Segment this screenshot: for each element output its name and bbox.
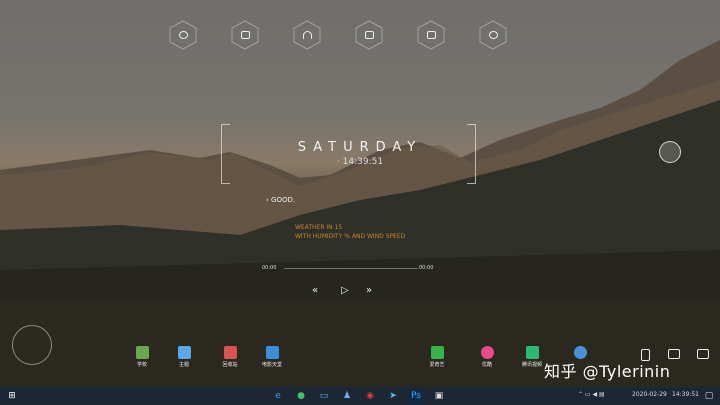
clock-bracket-left	[221, 124, 230, 184]
youku-icon	[480, 346, 494, 359]
app-label: 腾讯视频	[521, 362, 542, 368]
player-duration: 00:00	[419, 265, 434, 271]
taskbar: ⊞ e ● ▭ ♟ ◉ ➤ Ps ▣ ⌃ ▭ ◀ ▤ 2020-02-29 14…	[0, 387, 720, 405]
player-elapsed: 00:00	[262, 265, 277, 271]
netease-music-icon[interactable]: ◉	[364, 390, 376, 402]
mountain-landscape	[0, 40, 720, 387]
clock-bracket-right	[467, 124, 476, 184]
taskbar-time: 14:39:51	[672, 391, 699, 398]
image-icon[interactable]	[416, 20, 446, 50]
previous-icon[interactable]: «	[312, 285, 318, 296]
player-progress-bar[interactable]	[284, 268, 418, 269]
feishu-icon[interactable]: ➤	[387, 390, 399, 402]
zhihu-watermark: 知乎 @Tylerinin	[544, 362, 671, 381]
mail-icon[interactable]	[354, 20, 384, 50]
app-shortcut-tencent-video[interactable]: 腾讯视频	[517, 346, 547, 368]
app-label: 主题	[178, 362, 189, 368]
notification-icon[interactable]: ▢	[703, 390, 715, 402]
top-dock	[168, 20, 512, 50]
music-player: 00:00 00:00 « ▷ »	[262, 262, 458, 302]
app-label: 学校	[136, 362, 147, 368]
taskbar-date: 2020-02-29	[632, 391, 667, 398]
app-shortcut-theme[interactable]: 主题	[169, 346, 199, 368]
next-icon[interactable]: »	[366, 285, 372, 296]
day-of-week: SATURDAY	[297, 140, 423, 155]
folder-icon	[177, 346, 191, 359]
headphones-icon[interactable]	[292, 20, 322, 50]
greeting-text: GOOD	[271, 196, 293, 204]
clock-time: · 14:39:51	[336, 157, 384, 167]
app-label: 回收站	[222, 362, 238, 368]
tencent-video-icon	[525, 346, 539, 359]
movie-heaven-icon	[265, 346, 279, 359]
wechat-icon[interactable]: ●	[295, 390, 307, 402]
mail-icon[interactable]	[697, 349, 709, 359]
edge-icon[interactable]: e	[272, 390, 284, 402]
weather-text: WEATHER IN 15 WITH HUMIDITY % AND WIND S…	[295, 223, 405, 241]
desktop-wallpaper	[0, 0, 720, 387]
weather-line-2: WITH HUMIDITY % AND WIND SPEED	[295, 233, 406, 240]
windows-start-icon[interactable]: ⊞	[6, 390, 18, 402]
photoshop-icon[interactable]: Ps	[410, 390, 422, 402]
qq-icon[interactable]: ♟	[341, 390, 353, 402]
weather-line-1: WEATHER IN 15	[295, 224, 343, 231]
settings-icon[interactable]	[478, 20, 508, 50]
app-label: 优酷	[481, 362, 492, 368]
floating-ball-button[interactable]	[659, 141, 681, 163]
tray-icons[interactable]: ⌃ ▭ ◀ ▤	[578, 391, 605, 398]
play-icon[interactable]: ▷	[341, 285, 349, 296]
app-shortcut-recycle-bin[interactable]: 回收站	[215, 346, 245, 368]
app-shortcut-movie-heaven[interactable]: 电影天堂	[257, 346, 287, 368]
camera-icon[interactable]	[230, 20, 260, 50]
monitor-icon[interactable]: ▭	[318, 390, 330, 402]
iqiyi-icon	[430, 346, 444, 359]
greeting: › GOOD.	[266, 196, 296, 204]
globe-icon[interactable]	[168, 20, 198, 50]
app-shortcut-school[interactable]: 学校	[127, 346, 157, 368]
app-shortcut-iqiyi[interactable]: 爱奇艺	[422, 346, 452, 368]
folder-icon	[135, 346, 149, 359]
recycle-bin-icon	[223, 346, 237, 359]
clock-time-value: 14:39:51	[342, 157, 384, 167]
app-shortcut-youku[interactable]: 优酷	[472, 346, 502, 368]
terminal-icon[interactable]: ▣	[433, 390, 445, 402]
app-label: 爱奇艺	[429, 362, 445, 368]
app-label: 电影天堂	[261, 362, 282, 368]
